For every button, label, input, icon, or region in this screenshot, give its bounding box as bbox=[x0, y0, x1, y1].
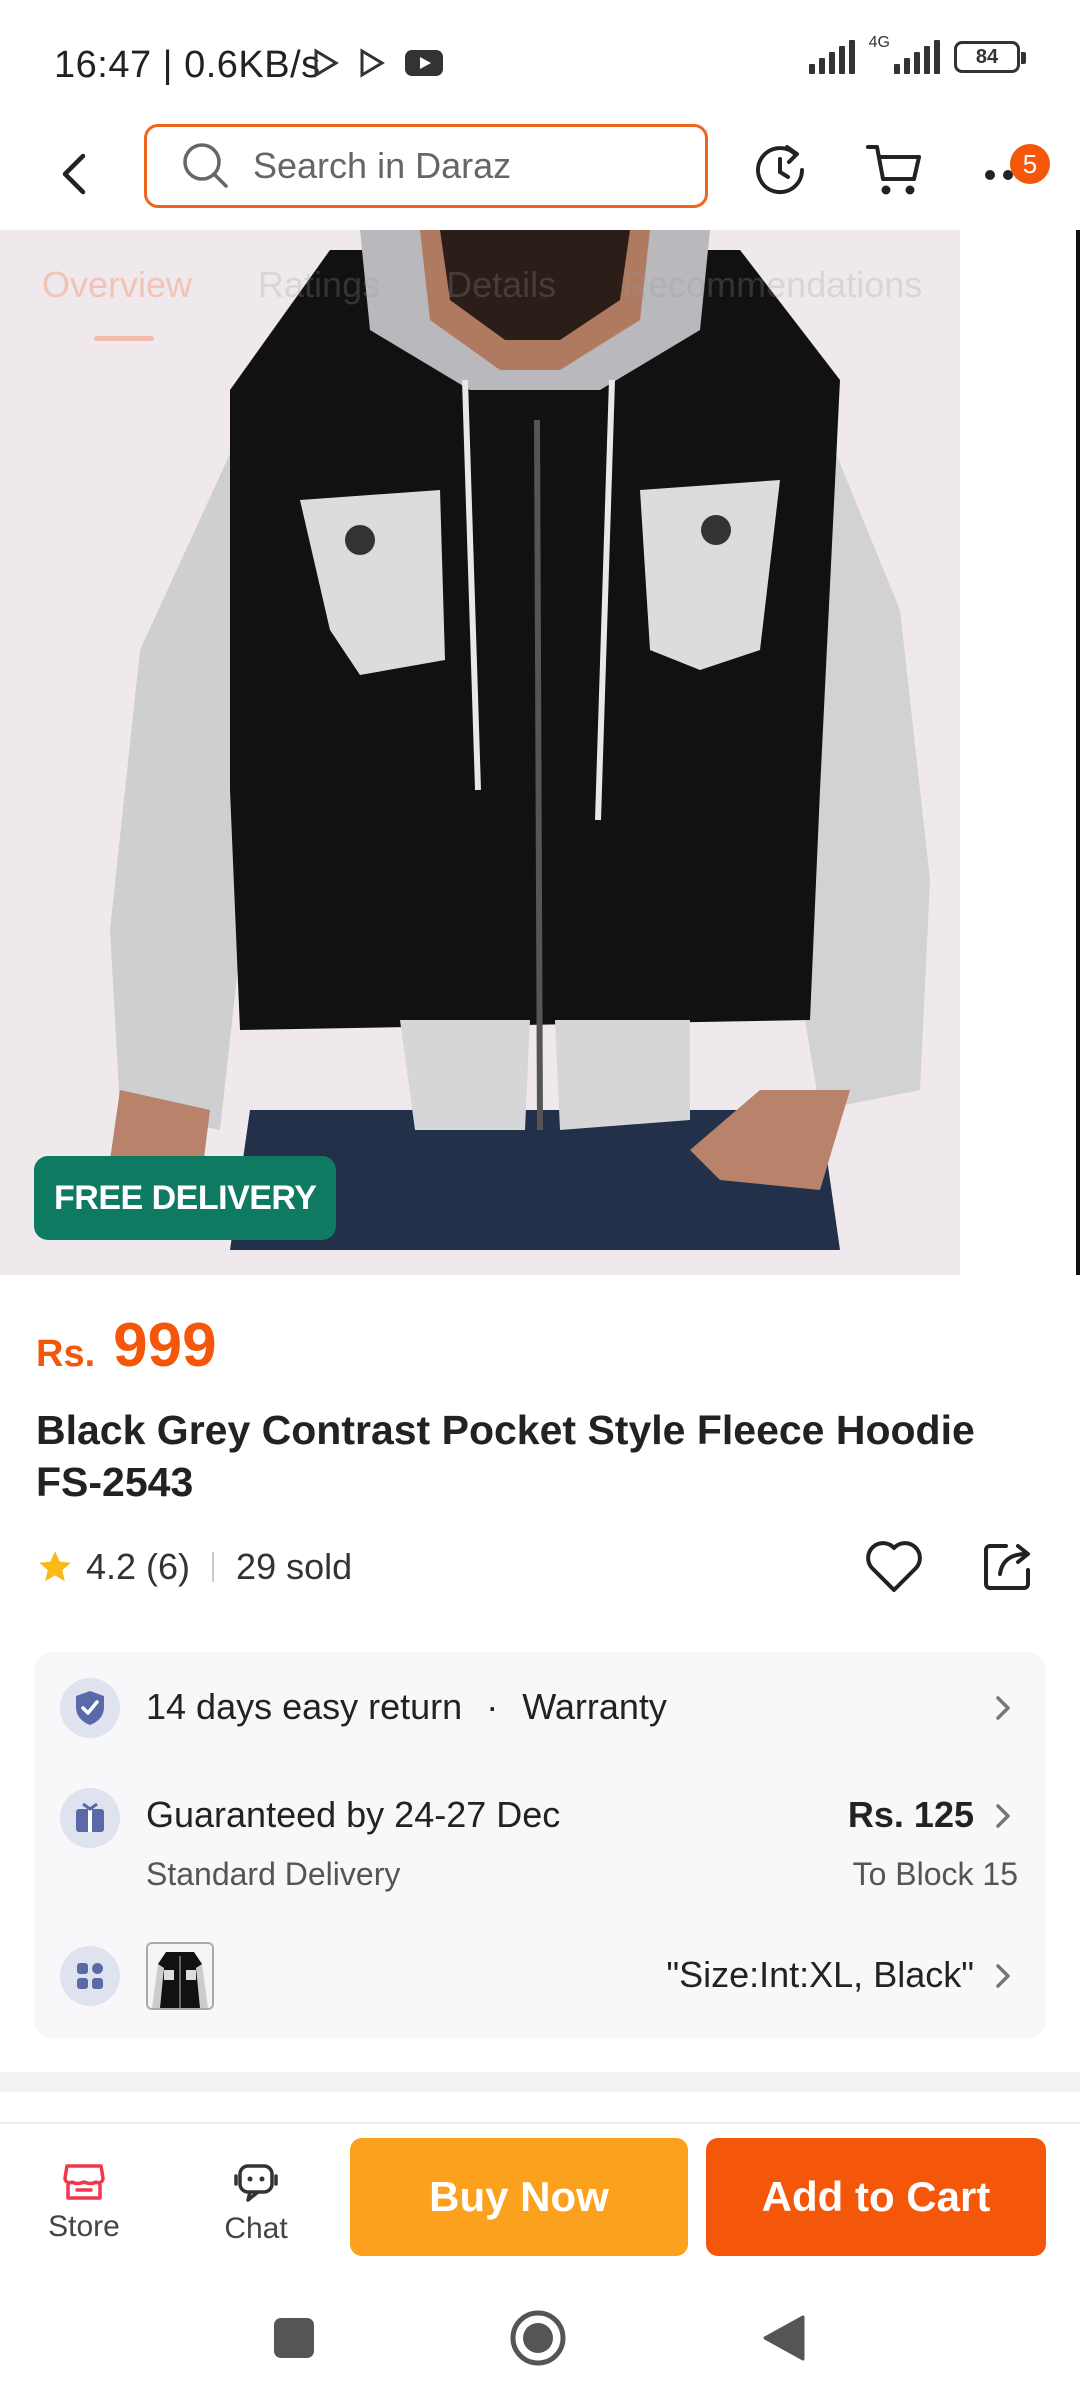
status-right-icons: 4G 84 bbox=[808, 34, 1026, 74]
buy-now-button[interactable]: Buy Now bbox=[350, 2138, 688, 2256]
divider bbox=[212, 1552, 215, 1582]
status-time: 16:47 | 0.6KB/s bbox=[54, 44, 321, 86]
play-store-icon bbox=[314, 48, 339, 78]
back-triangle-icon bbox=[763, 2315, 805, 2361]
return-text: 14 days easy return bbox=[146, 1686, 463, 1727]
rating-count: (6) bbox=[146, 1546, 191, 1587]
product-actions bbox=[864, 1538, 1036, 1594]
top-nav: Search in Daraz 5 bbox=[0, 122, 1080, 230]
system-back-button[interactable] bbox=[754, 2308, 814, 2368]
product-image-gallery[interactable]: Overview Ratings Details Recommendations… bbox=[0, 230, 1080, 1275]
return-warranty-row[interactable]: 14 days easy return · Warranty bbox=[34, 1652, 1046, 1762]
chevron-right-icon bbox=[996, 1964, 1010, 1988]
delivery-box-icon bbox=[60, 1788, 120, 1848]
play-store-icon bbox=[360, 48, 385, 78]
status-bar: 16:47 | 0.6KB/s 4G 84 bbox=[0, 0, 1080, 122]
price: Rs. 999 bbox=[36, 1310, 217, 1381]
cart-icon bbox=[866, 145, 921, 195]
bottom-action-bar: Store Chat Buy Now Add to Cart bbox=[0, 2122, 1080, 2272]
chevron-right-icon bbox=[996, 1804, 1010, 1828]
store-icon bbox=[63, 2164, 105, 2200]
variant-thumbnail[interactable] bbox=[146, 1942, 214, 2010]
active-tab-indicator bbox=[94, 336, 154, 341]
tab-overview[interactable]: Overview bbox=[42, 264, 192, 306]
store-button[interactable]: Store bbox=[24, 2162, 144, 2244]
recent-history-button[interactable] bbox=[748, 138, 812, 202]
delivery-guarantee: Guaranteed by 24-27 Dec bbox=[146, 1794, 561, 1835]
price-value: 999 bbox=[113, 1311, 217, 1380]
network-type-label: 4G bbox=[868, 34, 890, 51]
add-to-cart-button[interactable]: Add to Cart bbox=[706, 2138, 1046, 2256]
battery-level: 84 bbox=[975, 45, 999, 68]
delivery-location: To Block 15 bbox=[852, 1856, 1018, 1892]
chevron-right-icon bbox=[996, 1696, 1010, 1720]
history-icon bbox=[756, 145, 805, 195]
rating-row[interactable]: 4.2 (6) 29 sold bbox=[36, 1546, 352, 1588]
store-label: Store bbox=[48, 2210, 120, 2243]
separator-dot: · bbox=[486, 1686, 499, 1727]
back-arrow-icon bbox=[62, 153, 86, 195]
chat-button[interactable]: Chat bbox=[196, 2162, 316, 2246]
battery-icon: 84 bbox=[954, 41, 1026, 73]
share-icon[interactable] bbox=[980, 1538, 1036, 1594]
home-button[interactable] bbox=[508, 2308, 568, 2368]
search-placeholder: Search in Daraz bbox=[253, 145, 512, 186]
rating-value: 4.2 bbox=[86, 1546, 137, 1587]
product-photo bbox=[0, 230, 1080, 1275]
delivery-row[interactable]: Guaranteed by 24-27 Dec Standard Deliver… bbox=[34, 1762, 1046, 1912]
variants-grid-icon bbox=[60, 1946, 120, 2006]
more-menu-button[interactable]: 5 bbox=[976, 138, 1066, 202]
recents-button[interactable] bbox=[264, 2308, 324, 2368]
variant-row[interactable]: "Size:Int:XL, Black" bbox=[34, 1912, 1046, 2038]
warranty-text: Warranty bbox=[522, 1686, 667, 1727]
delivery-fee: Rs. 125 bbox=[847, 1794, 974, 1835]
service-card: 14 days easy return · Warranty Guarantee… bbox=[34, 1652, 1046, 2038]
signal-icon bbox=[894, 40, 940, 74]
section-divider bbox=[0, 2072, 1080, 2092]
star-icon bbox=[39, 1551, 71, 1582]
signal-icon bbox=[808, 40, 855, 74]
youtube-icon bbox=[405, 50, 443, 76]
status-notification-icons bbox=[312, 48, 444, 78]
heart-icon[interactable] bbox=[864, 1538, 924, 1594]
cart-button[interactable] bbox=[862, 138, 926, 202]
search-input[interactable]: Search in Daraz bbox=[144, 124, 708, 208]
tab-recommendations[interactable]: Recommendations bbox=[622, 264, 922, 306]
tab-details[interactable]: Details bbox=[446, 264, 556, 306]
gallery-edge bbox=[1076, 230, 1080, 1275]
free-delivery-badge: FREE DELIVERY bbox=[34, 1156, 337, 1240]
section-tabs: Overview Ratings Details Recommendations bbox=[0, 230, 1080, 340]
back-button[interactable] bbox=[44, 144, 104, 204]
selected-variant: "Size:Int:XL, Black" bbox=[666, 1954, 974, 1995]
home-circle-icon bbox=[510, 2310, 566, 2366]
square-icon bbox=[274, 2318, 314, 2358]
return-policy-text: 14 days easy return · Warranty bbox=[146, 1686, 667, 1728]
search-icon bbox=[183, 143, 228, 188]
product-title: Black Grey Contrast Pocket Style Fleece … bbox=[36, 1407, 975, 1505]
sold-count: 29 sold bbox=[236, 1546, 353, 1587]
shield-check-icon bbox=[60, 1678, 120, 1738]
notification-badge: 5 bbox=[1010, 144, 1050, 184]
price-currency: Rs. bbox=[36, 1333, 96, 1375]
system-navigation-bar bbox=[0, 2272, 1080, 2400]
tab-ratings[interactable]: Ratings bbox=[258, 264, 380, 306]
chat-icon bbox=[234, 2164, 278, 2202]
delivery-type: Standard Delivery bbox=[146, 1856, 401, 1892]
chat-label: Chat bbox=[224, 2212, 288, 2245]
